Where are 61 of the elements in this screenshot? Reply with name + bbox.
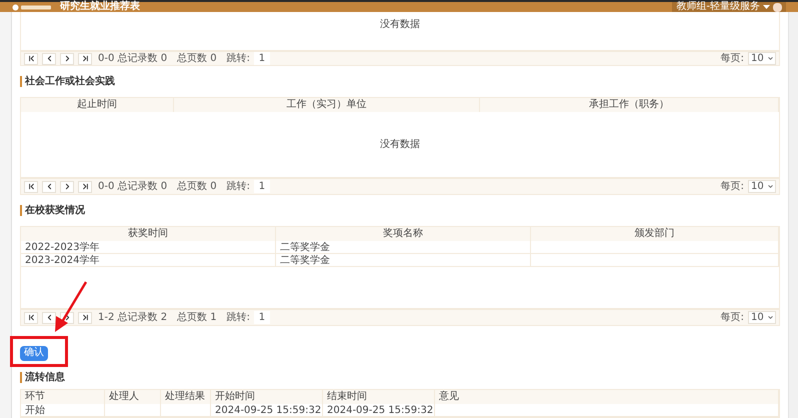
table-cell: 二等奖学金 <box>276 254 531 267</box>
highlight-box <box>10 336 68 367</box>
jump-field[interactable]: 1 <box>254 311 270 324</box>
previous-page-button[interactable] <box>42 180 56 192</box>
record-count: 0-0 总记录数 0 <box>98 182 168 192</box>
section-title: 流转信息 <box>25 372 65 382</box>
last-page-button[interactable] <box>78 180 92 192</box>
page-count: 总页数 1 <box>177 312 217 322</box>
first-page-button[interactable] <box>24 312 38 324</box>
scrollbar[interactable] <box>788 12 798 418</box>
per-page-label: 每页: <box>720 312 744 322</box>
page-count: 总页数 0 <box>177 54 217 64</box>
section-marker <box>20 76 22 87</box>
caret-icon <box>767 183 774 190</box>
last-page-button[interactable] <box>78 52 92 64</box>
page-count: 总页数 0 <box>177 182 217 192</box>
page-title: 研究生就业推荐表 <box>60 2 140 12</box>
previous-page-button[interactable] <box>42 312 56 324</box>
logo-icon <box>12 4 52 10</box>
table-cell: 2024-09-25 15:59:32 <box>211 404 323 417</box>
section-marker <box>20 372 22 383</box>
record-count: 0-0 总记录数 0 <box>98 54 168 64</box>
per-page-label: 每页: <box>720 182 744 192</box>
last-page-icon <box>80 313 90 322</box>
next-page-button[interactable] <box>60 180 74 192</box>
per-page-select[interactable]: 10 <box>748 180 776 193</box>
record-count: 1-2 总记录数 2 <box>98 312 168 322</box>
previous-page-button[interactable] <box>42 52 56 64</box>
caret-icon <box>763 5 770 9</box>
table-cell: 2023-2024学年 <box>21 254 276 267</box>
per-page-label: 每页: <box>720 54 744 64</box>
jump-label: 跳转: <box>226 54 250 64</box>
last-page-icon <box>80 182 90 191</box>
confirm-button[interactable]: 确认 <box>20 346 48 360</box>
next-page-button[interactable] <box>60 52 74 64</box>
last-page-button[interactable] <box>78 312 92 324</box>
section-title: 社会工作或社会实践 <box>25 76 115 86</box>
table-cell: 二等奖学金 <box>276 241 531 254</box>
jump-label: 跳转: <box>226 312 250 322</box>
first-page-icon <box>26 313 36 322</box>
per-page-select[interactable]: 10 <box>748 311 776 324</box>
avatar-icon <box>773 2 782 12</box>
empty-message: 没有数据 <box>380 20 420 30</box>
first-page-icon <box>26 182 36 191</box>
table-cell: 2022-2023学年 <box>21 241 276 254</box>
table-cell: 2024-09-25 15:59:32 <box>323 404 435 417</box>
user-menu[interactable]: 教师组-轻量级服务 <box>672 2 786 12</box>
caret-icon <box>767 314 774 321</box>
caret-icon <box>767 55 774 62</box>
jump-field[interactable]: 1 <box>254 180 270 193</box>
last-page-icon <box>80 54 90 63</box>
jump-field[interactable]: 1 <box>254 52 270 65</box>
empty-message: 没有数据 <box>380 140 420 150</box>
first-page-button[interactable] <box>24 52 38 64</box>
table-cell: 开始 <box>21 404 105 417</box>
per-page-select[interactable]: 10 <box>748 52 776 65</box>
section-marker <box>20 205 22 216</box>
first-page-button[interactable] <box>24 180 38 192</box>
section-title: 在校获奖情况 <box>25 206 85 216</box>
jump-label: 跳转: <box>226 182 250 192</box>
first-page-icon <box>26 54 36 63</box>
